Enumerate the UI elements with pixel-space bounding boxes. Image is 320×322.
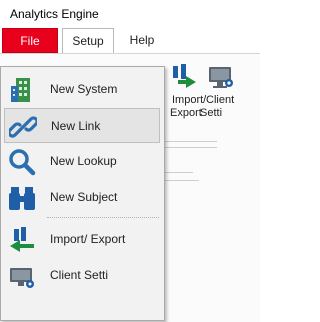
ribbon-client-settings-label-2: Setti xyxy=(200,107,223,119)
menu-item-label: New Subject xyxy=(50,190,118,204)
tab-file[interactable]: File xyxy=(2,28,58,53)
file-menu: New System New Link New Lookup New Subje… xyxy=(0,66,165,321)
building-icon xyxy=(11,78,30,102)
tab-setup[interactable]: Setup xyxy=(62,28,114,53)
ribbon-client-settings-button[interactable]: Client Setti xyxy=(200,62,248,122)
ribbon-import-export-label-1: Import/ xyxy=(172,94,207,106)
menu-item-new-subject[interactable]: New Subject xyxy=(4,180,160,215)
menu-separator xyxy=(47,217,159,219)
ribbon-import-export-label-2: Export xyxy=(170,107,202,119)
menu-item-new-lookup[interactable]: New Lookup xyxy=(4,144,160,179)
ribbon-import-export-button[interactable]: Import/ Export xyxy=(160,62,207,122)
import-export-icon xyxy=(10,227,34,252)
ribbon-divider xyxy=(165,141,217,142)
menu-item-label: New Lookup xyxy=(50,154,117,168)
import-export-icon xyxy=(173,64,196,88)
app-title: Analytics Engine xyxy=(10,7,99,21)
menu-item-new-link[interactable]: New Link xyxy=(4,108,160,143)
ribbon-divider xyxy=(165,147,217,148)
menu-item-label: New Link xyxy=(51,119,101,133)
ribbon-tab-bar: File Setup Help xyxy=(0,28,260,54)
ribbon-client-settings-label-1: Client xyxy=(206,94,235,106)
link-icon xyxy=(9,116,37,138)
menu-item-import-export[interactable]: Import/ Export xyxy=(4,222,160,257)
title-bar: Analytics Engine xyxy=(0,0,260,28)
monitor-settings-icon xyxy=(209,67,233,88)
ribbon-divider xyxy=(165,172,193,173)
menu-item-client-settings[interactable]: Client Setti xyxy=(4,258,160,293)
binoculars-icon xyxy=(9,187,35,210)
monitor-settings-icon xyxy=(10,268,34,288)
tab-help[interactable]: Help xyxy=(120,28,164,53)
menu-item-new-system[interactable]: New System xyxy=(4,72,160,107)
ribbon-divider xyxy=(165,180,199,181)
menu-item-label: Import/ Export xyxy=(50,232,126,246)
magnifier-icon xyxy=(9,149,36,176)
menu-item-label: Client Setti xyxy=(50,268,109,282)
menu-item-label: New System xyxy=(50,82,118,96)
